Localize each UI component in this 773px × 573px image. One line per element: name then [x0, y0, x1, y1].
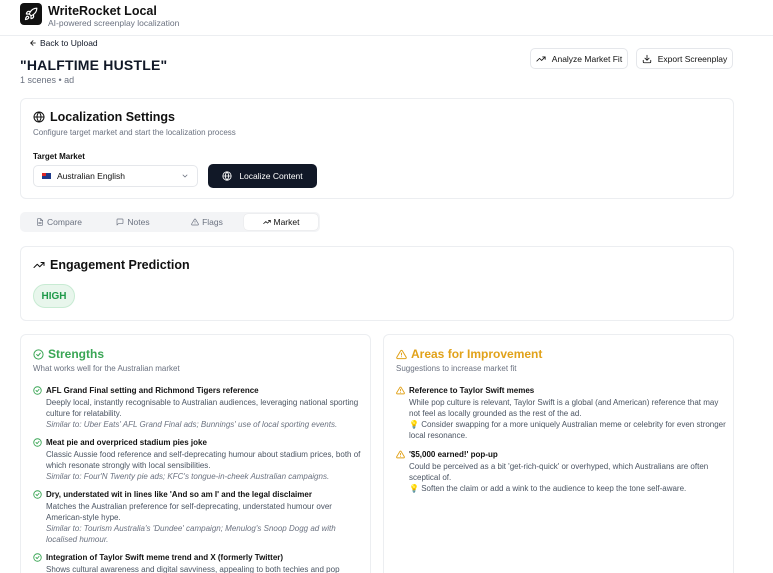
- back-link-label: Back to Upload: [40, 38, 98, 48]
- tab-market-label: Market: [273, 217, 300, 227]
- strength-item-body: Shows cultural awareness and digital sav…: [46, 565, 340, 573]
- improvement-item: Reference to Taylor Swift memes While po…: [396, 386, 726, 441]
- chevron-down-icon: [182, 174, 188, 178]
- warning-icon: [396, 450, 405, 459]
- trending-up-icon: [262, 219, 271, 225]
- document-title: "HALFTIME HUSTLE": [20, 57, 168, 73]
- improvements-subtitle: Suggestions to increase market fit: [396, 364, 517, 373]
- tab-compare-label: Compare: [47, 217, 82, 227]
- arrow-left-icon: [30, 40, 36, 46]
- strength-item-similar: Similar to: Tourism Australia's 'Dundee'…: [46, 524, 336, 544]
- strengths-subtitle: What works well for the Australian marke…: [33, 364, 180, 373]
- tab-compare[interactable]: Compare: [22, 214, 96, 230]
- engagement-title: Engagement Prediction: [33, 258, 190, 272]
- app-title: WriteRocket Local: [48, 4, 157, 18]
- check-circle-icon: [33, 386, 42, 395]
- strength-item: AFL Grand Final setting and Richmond Tig…: [33, 386, 363, 431]
- check-circle-icon: [33, 553, 42, 562]
- app-header: WriteRocket Local AI-powered screenplay …: [0, 0, 773, 36]
- improvement-item-tip: 💡 Consider swapping for a more uniquely …: [409, 420, 726, 441]
- back-to-upload-link[interactable]: Back to Upload: [29, 38, 98, 48]
- strength-item-body: Deeply local, instantly recognisable to …: [46, 398, 359, 418]
- improvement-item-body: While pop culture is relevant, Taylor Sw…: [409, 398, 719, 418]
- strength-item: Dry, understated wit in lines like 'And …: [33, 490, 363, 545]
- chat-icon: [117, 218, 124, 226]
- strength-item-title: Integration of Taylor Swift meme trend a…: [46, 553, 284, 562]
- check-circle-icon: [33, 438, 42, 447]
- localize-content-button[interactable]: Localize Content: [208, 164, 317, 188]
- trending-up-icon: [536, 56, 546, 61]
- analyze-market-fit-button[interactable]: Analyze Market Fit: [530, 48, 628, 69]
- strength-item-title: AFL Grand Final setting and Richmond Tig…: [46, 386, 259, 395]
- strength-item-similar: Similar to: Uber Eats' AFL Grand Final a…: [46, 420, 338, 429]
- improvements-title: Areas for Improvement: [396, 347, 542, 361]
- strength-item: Integration of Taylor Swift meme trend a…: [33, 553, 363, 573]
- target-market-label: Target Market: [33, 152, 85, 161]
- lightbulb-icon: 💡: [409, 484, 419, 493]
- trending-up-icon: [33, 262, 45, 268]
- tab-market[interactable]: Market: [244, 214, 318, 230]
- check-circle-icon: [33, 348, 44, 360]
- export-screenplay-button[interactable]: Export Screenplay: [636, 48, 733, 69]
- globe-icon: [33, 111, 45, 123]
- target-market-select[interactable]: Australian English: [33, 165, 198, 187]
- improvement-item-tip: 💡 Soften the claim or add a wink to the …: [409, 484, 726, 495]
- strengths-title-text: Strengths: [48, 347, 105, 361]
- settings-title-text: Localization Settings: [50, 110, 176, 124]
- tab-flags[interactable]: Flags: [170, 214, 244, 230]
- improvement-item: '$5,000 earned!' pop-up Could be perceiv…: [396, 450, 726, 495]
- engagement-level-badge: HIGH: [33, 284, 75, 308]
- australia-flag-icon: [42, 173, 51, 179]
- strength-item-title: Meat pie and overpriced stadium pies jok…: [46, 438, 207, 447]
- target-market-value: Australian English: [57, 171, 126, 181]
- improvement-item-title: '$5,000 earned!' pop-up: [409, 450, 498, 459]
- export-label: Export Screenplay: [657, 53, 728, 64]
- tab-notes-label: Notes: [127, 217, 150, 227]
- settings-subtitle: Configure target market and start the lo…: [33, 128, 236, 137]
- improvements-title-text: Areas for Improvement: [411, 347, 543, 361]
- strengths-card: Strengths What works well for the Austra…: [20, 334, 371, 573]
- improvement-item-body: Could be perceived as a bit 'get-rich-qu…: [409, 462, 709, 482]
- tab-notes[interactable]: Notes: [96, 214, 170, 230]
- improvements-card: Areas for Improvement Suggestions to inc…: [383, 334, 734, 573]
- warning-icon: [396, 349, 407, 359]
- improvement-tip-text: Consider swapping for a more uniquely Au…: [409, 420, 726, 440]
- engagement-title-text: Engagement Prediction: [50, 258, 190, 272]
- strength-item-similar: Similar to: Four'N Twenty pie ads; KFC's…: [46, 472, 330, 481]
- strength-item-body: Classic Aussie food reference and self-d…: [46, 450, 361, 470]
- improvement-item-title: Reference to Taylor Swift memes: [409, 386, 535, 395]
- settings-title: Localization Settings: [33, 110, 175, 124]
- globe-icon: [222, 171, 232, 181]
- warning-icon: [396, 386, 405, 395]
- localize-label: Localize Content: [239, 171, 303, 181]
- strength-item-body: Matches the Australian preference for se…: [46, 502, 332, 522]
- document-meta: 1 scenes • ad: [20, 75, 75, 85]
- document-icon: [37, 218, 44, 226]
- download-icon: [642, 54, 651, 63]
- analyze-label: Analyze Market Fit: [551, 53, 623, 64]
- localization-settings-card: Localization Settings Configure target m…: [20, 98, 734, 199]
- improvement-tip-text: Soften the claim or add a wink to the au…: [421, 484, 687, 493]
- warning-icon: [191, 218, 199, 226]
- tab-flags-label: Flags: [202, 217, 223, 227]
- rocket-logo-icon: [20, 3, 42, 25]
- strength-item: Meat pie and overpriced stadium pies jok…: [33, 438, 363, 483]
- view-tabs: Compare Notes Flags Market: [20, 212, 320, 232]
- engagement-prediction-card: Engagement Prediction HIGH: [20, 246, 734, 321]
- check-circle-icon: [33, 490, 42, 499]
- app-subtitle: AI-powered screenplay localization: [48, 18, 180, 28]
- strengths-title: Strengths: [33, 347, 104, 361]
- lightbulb-icon: 💡: [409, 420, 419, 429]
- strength-item-title: Dry, understated wit in lines like 'And …: [46, 490, 312, 499]
